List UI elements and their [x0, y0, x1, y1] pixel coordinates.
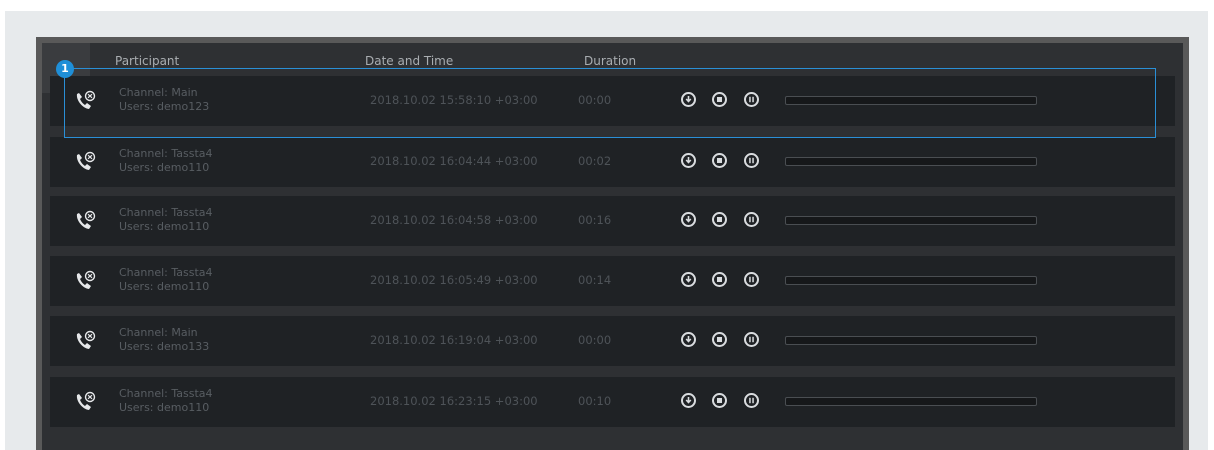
datetime-value: 2018.10.02 16:05:49 +03:00	[370, 273, 538, 287]
users-label: Users: demo110	[119, 161, 210, 174]
download-button[interactable]	[681, 212, 696, 227]
table-row[interactable]: Channel: Tassta4 Users: demo110 2018.10.02…	[50, 256, 1175, 306]
column-header-duration[interactable]: Duration	[584, 54, 636, 68]
playback-progress-bar[interactable]	[785, 336, 1037, 345]
users-label: Users: demo133	[119, 340, 210, 353]
playback-progress-bar[interactable]	[785, 397, 1037, 406]
playback-progress-bar[interactable]	[785, 157, 1037, 166]
pause-button[interactable]	[744, 393, 759, 408]
playback-progress-bar[interactable]	[785, 216, 1037, 225]
users-label: Users: demo110	[119, 280, 210, 293]
duration-value: 00:02	[578, 154, 612, 168]
datetime-value: 2018.10.02 16:19:04 +03:00	[370, 333, 538, 347]
table-row[interactable]: Channel: Tassta4 Users: demo110 2018.10.02…	[50, 137, 1175, 187]
stop-button[interactable]	[712, 393, 727, 408]
duration-value: 00:00	[578, 93, 612, 107]
phone-call-icon	[74, 210, 98, 232]
download-button[interactable]	[681, 92, 696, 107]
pause-button[interactable]	[744, 332, 759, 347]
channel-label: Channel: Tassta4	[119, 387, 213, 400]
table-row[interactable]: Channel: Main Users: demo123 2018.10.02 15…	[50, 76, 1175, 126]
datetime-value: 2018.10.02 16:04:44 +03:00	[370, 154, 538, 168]
stop-button[interactable]	[712, 272, 727, 287]
duration-value: 00:16	[578, 213, 612, 227]
pause-button[interactable]	[744, 153, 759, 168]
table-header: Participant Date and Time Duration	[42, 43, 1183, 73]
pause-button[interactable]	[744, 92, 759, 107]
users-label: Users: demo123	[119, 100, 210, 113]
stop-button[interactable]	[712, 153, 727, 168]
playback-progress-bar[interactable]	[785, 96, 1037, 105]
datetime-value: 2018.10.02 16:04:58 +03:00	[370, 213, 538, 227]
users-label: Users: demo110	[119, 220, 210, 233]
phone-call-icon	[74, 90, 98, 112]
datetime-value: 2018.10.02 16:23:15 +03:00	[370, 394, 538, 408]
stop-button[interactable]	[712, 92, 727, 107]
phone-call-icon	[74, 151, 98, 173]
duration-value: 00:10	[578, 394, 612, 408]
download-button[interactable]	[681, 393, 696, 408]
duration-value: 00:00	[578, 333, 612, 347]
playback-progress-bar[interactable]	[785, 276, 1037, 285]
channel-label: Channel: Tassta4	[119, 266, 213, 279]
callout-badge: 1	[56, 60, 74, 78]
channel-label: Channel: Main	[119, 326, 198, 339]
phone-call-icon	[74, 270, 98, 292]
download-button[interactable]	[681, 332, 696, 347]
column-header-datetime[interactable]: Date and Time	[365, 54, 453, 68]
users-label: Users: demo110	[119, 401, 210, 414]
phone-call-icon	[74, 330, 98, 352]
duration-value: 00:14	[578, 273, 612, 287]
download-button[interactable]	[681, 153, 696, 168]
table-row[interactable]: Channel: Tassta4 Users: demo110 2018.10.02…	[50, 196, 1175, 246]
download-button[interactable]	[681, 272, 696, 287]
stop-button[interactable]	[712, 212, 727, 227]
datetime-value: 2018.10.02 15:58:10 +03:00	[370, 93, 538, 107]
column-header-participant[interactable]: Participant	[115, 54, 179, 68]
channel-label: Channel: Tassta4	[119, 147, 213, 160]
table-row[interactable]: Channel: Tassta4 Users: demo110 2018.10.02…	[50, 377, 1175, 427]
pause-button[interactable]	[744, 272, 759, 287]
channel-label: Channel: Tassta4	[119, 206, 213, 219]
pause-button[interactable]	[744, 212, 759, 227]
phone-call-icon	[74, 391, 98, 413]
channel-label: Channel: Main	[119, 86, 198, 99]
table-row[interactable]: Channel: Main Users: demo133 2018.10.02 16…	[50, 316, 1175, 366]
stop-button[interactable]	[712, 332, 727, 347]
